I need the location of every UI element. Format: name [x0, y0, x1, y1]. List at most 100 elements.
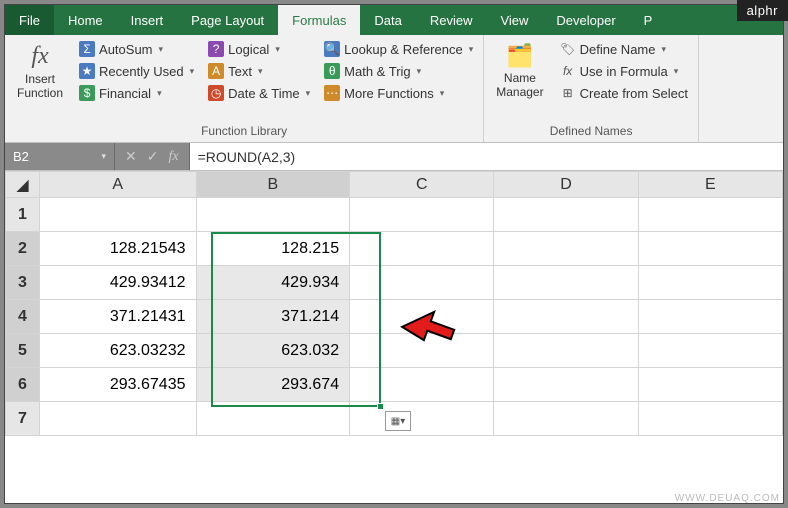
chevron-down-icon: ▾ — [190, 66, 195, 77]
row-header-5[interactable]: 5 — [6, 334, 40, 368]
fill-handle[interactable] — [377, 403, 384, 410]
more-functions-button[interactable]: ⋯More Functions▾ — [320, 83, 477, 103]
tab-page-layout[interactable]: Page Layout — [177, 5, 278, 35]
row-header-7[interactable]: 7 — [6, 402, 40, 436]
question-icon: ? — [208, 41, 224, 57]
chevron-down-icon: ▾ — [157, 88, 162, 99]
cell-b7[interactable] — [196, 402, 350, 436]
autofill-options-button[interactable]: ▦▾ — [385, 411, 411, 431]
fx-icon: fx — [560, 63, 576, 79]
ribbon-tabs: File Home Insert Page Layout Formulas Da… — [5, 5, 783, 35]
cell-b5[interactable]: 623.032 — [196, 334, 350, 368]
cell-c7[interactable] — [350, 402, 494, 436]
cell-e1[interactable] — [638, 198, 782, 232]
cell-d3[interactable] — [494, 266, 638, 300]
tab-file[interactable]: File — [5, 5, 54, 35]
name-manager-button[interactable]: 🗂️ Name Manager — [490, 39, 549, 122]
cell-b4[interactable]: 371.214 — [196, 300, 350, 334]
chevron-down-icon: ▾ — [417, 66, 422, 77]
text-icon: A — [208, 63, 224, 79]
brand-badge: alphr — [737, 0, 788, 21]
tab-review[interactable]: Review — [416, 5, 487, 35]
cell-a1[interactable] — [40, 198, 196, 232]
search-icon: 🔍 — [324, 41, 340, 57]
group-defined-names: 🗂️ Name Manager 🏷Define Name▾ fxUse in F… — [484, 35, 699, 142]
tab-formulas[interactable]: Formulas — [278, 5, 360, 35]
col-header-a[interactable]: A — [40, 172, 196, 198]
cell-b2[interactable]: 128.215 — [196, 232, 350, 266]
tab-home[interactable]: Home — [54, 5, 117, 35]
col-header-d[interactable]: D — [494, 172, 638, 198]
date-time-button[interactable]: ◷Date & Time▾ — [204, 83, 314, 103]
cell-b6[interactable]: 293.674 — [196, 368, 350, 402]
col-header-b[interactable]: B — [196, 172, 350, 198]
col-header-e[interactable]: E — [638, 172, 782, 198]
cell-a6[interactable]: 293.67435 — [40, 368, 196, 402]
cell-d5[interactable] — [494, 334, 638, 368]
cell-b1[interactable] — [196, 198, 350, 232]
formula-bar: B2▾ ✕ ✓ fx =ROUND(A2,3) — [5, 143, 783, 171]
logical-button[interactable]: ?Logical▾ — [204, 39, 314, 59]
cell-a7[interactable] — [40, 402, 196, 436]
text-button[interactable]: AText▾ — [204, 61, 314, 81]
lookup-reference-button[interactable]: 🔍Lookup & Reference▾ — [320, 39, 477, 59]
cell-c6[interactable] — [350, 368, 494, 402]
cell-d7[interactable] — [494, 402, 638, 436]
cell-c3[interactable] — [350, 266, 494, 300]
fx-icon[interactable]: fx — [168, 149, 178, 165]
cell-e5[interactable] — [638, 334, 782, 368]
tab-view[interactable]: View — [486, 5, 542, 35]
row-header-4[interactable]: 4 — [6, 300, 40, 334]
formula-input[interactable]: =ROUND(A2,3) — [190, 143, 783, 170]
row-header-2[interactable]: 2 — [6, 232, 40, 266]
col-header-c[interactable]: C — [350, 172, 494, 198]
tab-insert[interactable]: Insert — [117, 5, 178, 35]
cell-e6[interactable] — [638, 368, 782, 402]
name-box[interactable]: B2▾ — [5, 143, 115, 170]
fx-icon: fx — [31, 43, 48, 70]
chevron-down-icon: ▾ — [469, 44, 474, 55]
cell-a3[interactable]: 429.93412 — [40, 266, 196, 300]
cell-c2[interactable] — [350, 232, 494, 266]
formula-bar-buttons: ✕ ✓ fx — [115, 143, 190, 170]
define-name-button[interactable]: 🏷Define Name▾ — [556, 39, 692, 59]
row-header-1[interactable]: 1 — [6, 198, 40, 232]
cell-c1[interactable] — [350, 198, 494, 232]
cell-e4[interactable] — [638, 300, 782, 334]
autosum-button[interactable]: ΣAutoSum▾ — [75, 39, 198, 59]
enter-icon[interactable]: ✓ — [147, 148, 159, 165]
cell-a2[interactable]: 128.21543 — [40, 232, 196, 266]
chevron-down-icon: ▾ — [101, 151, 106, 162]
excel-window: File Home Insert Page Layout Formulas Da… — [4, 4, 784, 504]
tab-data[interactable]: Data — [360, 5, 415, 35]
cell-e7[interactable] — [638, 402, 782, 436]
cancel-icon[interactable]: ✕ — [125, 148, 137, 165]
financial-button[interactable]: $Financial▾ — [75, 83, 198, 103]
chevron-down-icon: ▾ — [275, 44, 280, 55]
chevron-down-icon: ▾ — [440, 88, 445, 99]
cell-d6[interactable] — [494, 368, 638, 402]
cell-d4[interactable] — [494, 300, 638, 334]
tab-truncated[interactable]: P — [630, 5, 667, 35]
cell-e2[interactable] — [638, 232, 782, 266]
cell-a5[interactable]: 623.03232 — [40, 334, 196, 368]
insert-function-button[interactable]: fx Insert Function — [11, 39, 69, 122]
cell-e3[interactable] — [638, 266, 782, 300]
spreadsheet-grid[interactable]: ◢ A B C D E 1 2128.21543128.215 3429.934… — [5, 171, 783, 503]
cell-b3[interactable]: 429.934 — [196, 266, 350, 300]
tab-developer[interactable]: Developer — [542, 5, 629, 35]
cell-d1[interactable] — [494, 198, 638, 232]
row-header-3[interactable]: 3 — [6, 266, 40, 300]
tag-icon: 🏷 — [560, 41, 576, 57]
select-all-corner[interactable]: ◢ — [6, 172, 40, 198]
star-icon: ★ — [79, 63, 95, 79]
use-in-formula-button[interactable]: fxUse in Formula▾ — [556, 61, 692, 81]
watermark: WWW.DEUAQ.COM — [675, 493, 780, 504]
row-header-6[interactable]: 6 — [6, 368, 40, 402]
cell-a4[interactable]: 371.21431 — [40, 300, 196, 334]
group-label-defined-names: Defined Names — [490, 122, 692, 140]
cell-d2[interactable] — [494, 232, 638, 266]
math-trig-button[interactable]: θMath & Trig▾ — [320, 61, 477, 81]
create-from-selection-button[interactable]: ⊞Create from Select — [556, 83, 692, 103]
recently-used-button[interactable]: ★Recently Used▾ — [75, 61, 198, 81]
